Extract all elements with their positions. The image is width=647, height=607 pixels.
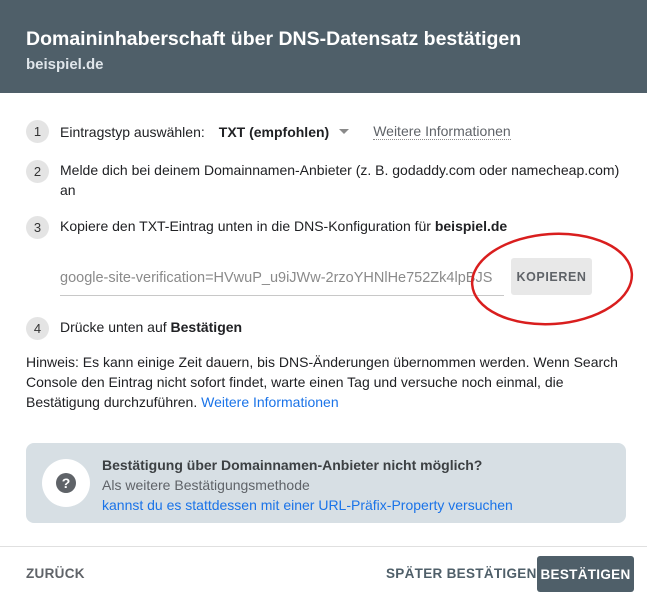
dropdown-arrow-icon: [339, 129, 350, 134]
more-info-link[interactable]: Weitere Informationen: [373, 123, 511, 140]
step-number: 1: [26, 120, 49, 143]
step-3-text: Kopiere den TXT-Eintrag unten in die DNS…: [60, 218, 435, 234]
footer-divider: [0, 546, 647, 547]
step-4-label: Drücke unten auf Bestätigen: [60, 317, 242, 337]
step-4-emphasis: Bestätigen: [170, 319, 243, 335]
step-4-text: Drücke unten auf: [60, 319, 171, 335]
dialog-title: Domaininhaberschaft über DNS-Datensatz b…: [26, 28, 522, 50]
dialog-subtitle: beispiel.de: [26, 56, 104, 73]
alternative-title: Bestätigung über Domainnamen-Anbieter ni…: [102, 457, 483, 473]
question-icon: ?: [56, 473, 76, 493]
step-3-label: Kopiere den TXT-Eintrag unten in die DNS…: [60, 216, 507, 236]
step-number: 3: [26, 216, 49, 239]
step-1-label: Eintragstyp auswählen:: [60, 123, 205, 140]
highlight-ellipse: [470, 232, 634, 326]
back-button[interactable]: ZURÜCK: [26, 566, 85, 581]
verification-dialog: Domaininhaberschaft über DNS-Datensatz b…: [0, 0, 647, 607]
step-4: 4 Drücke unten auf Bestätigen: [26, 317, 242, 340]
dialog-header: Domaininhaberschaft über DNS-Datensatz b…: [0, 0, 647, 93]
alternative-text: Bestätigung über Domainnamen-Anbieter ni…: [102, 455, 513, 515]
step-1: 1 Eintragstyp auswählen: TXT (empfohlen)…: [26, 120, 511, 143]
step-2-label: Melde dich bei deinem Domainnamen-Anbiet…: [60, 162, 620, 198]
question-icon-circle: ?: [42, 459, 90, 507]
step-number: 4: [26, 317, 49, 340]
alternative-subtitle: Als weitere Bestätigungsmethode: [102, 477, 310, 493]
step-2: 2 Melde dich bei deinem Domainnamen-Anbi…: [26, 160, 626, 200]
txt-record-field[interactable]: google-site-verification=HVwuP_u9iJWw-2r…: [60, 270, 504, 296]
verify-later-button[interactable]: SPÄTER BESTÄTIGEN: [386, 566, 537, 581]
hint-more-info-link[interactable]: Weitere Informationen: [201, 394, 338, 410]
verify-button[interactable]: BESTÄTIGEN: [537, 556, 634, 592]
step-3: 3 Kopiere den TXT-Eintrag unten in die D…: [26, 216, 507, 239]
hint-text: Hinweis: Es kann einige Zeit dauern, bis…: [26, 352, 626, 412]
record-type-value: TXT (empfohlen): [218, 123, 330, 140]
record-type-select[interactable]: TXT (empfohlen): [218, 123, 350, 140]
url-prefix-link[interactable]: kannst du es stattdessen mit einer URL-P…: [102, 497, 513, 513]
step-number: 2: [26, 160, 49, 183]
alternative-method-box: ? Bestätigung über Domainnamen-Anbieter …: [26, 443, 626, 523]
